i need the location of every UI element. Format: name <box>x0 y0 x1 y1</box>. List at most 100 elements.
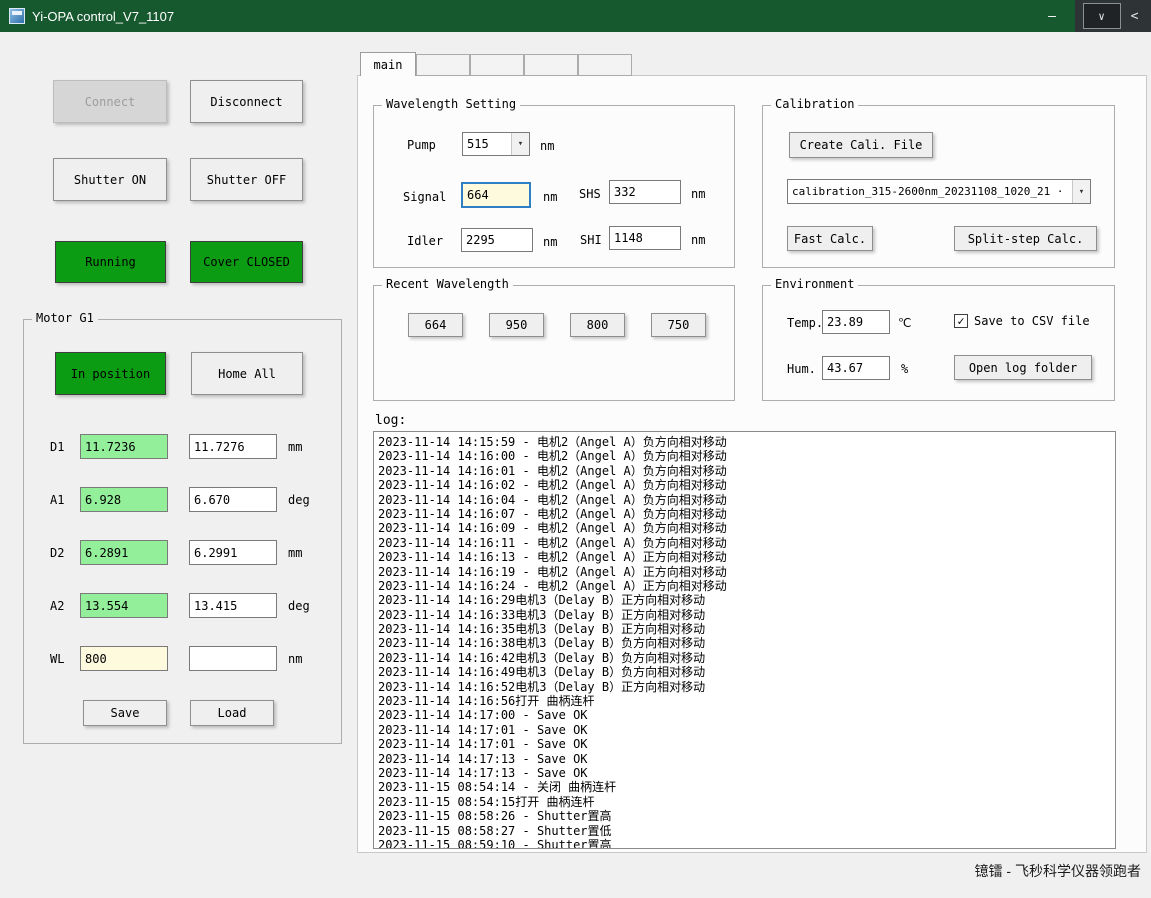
pump-selected-value: 515 <box>463 137 511 151</box>
log-line: 2023-11-14 14:16:29电机3（Delay B）正方向相对移动 <box>378 593 1115 607</box>
chevron-left-icon[interactable]: < <box>1126 9 1144 24</box>
combo-arrow-icon[interactable]: ▾ <box>511 133 529 155</box>
app-icon <box>9 8 25 24</box>
log-line: 2023-11-14 14:16:52电机3（Delay B）正方向相对移动 <box>378 680 1115 694</box>
signal-input[interactable]: 664 <box>461 182 531 208</box>
log-line: 2023-11-14 14:16:02 - 电机2（Angel A）负方向相对移… <box>378 478 1115 492</box>
app-window: Yi-OPA control_V7_1107 — ∨ < Connect Dis… <box>0 0 1151 898</box>
log-line: 2023-11-14 14:17:13 - Save OK <box>378 766 1115 780</box>
signal-label: Signal <box>403 190 446 204</box>
motor-unit-label: nm <box>288 652 302 666</box>
running-status-button[interactable]: Running <box>55 241 166 283</box>
motor-axis-label: D2 <box>50 546 80 560</box>
shs-label: SHS <box>579 187 601 201</box>
disconnect-button[interactable]: Disconnect <box>190 80 303 123</box>
motor-target-input[interactable]: 6.2991 <box>189 540 277 565</box>
motor-current-value[interactable]: 6.2891 <box>80 540 168 565</box>
tab-main[interactable]: main <box>360 52 416 76</box>
motor-row: D1 11.7236 11.7276 mm <box>50 434 335 459</box>
home-all-button[interactable]: Home All <box>191 352 303 395</box>
idler-input[interactable]: 2295 <box>461 228 533 252</box>
chevron-down-icon[interactable]: ∨ <box>1083 3 1121 29</box>
log-line: 2023-11-15 08:54:14 - 关闭 曲柄连杆 <box>378 780 1115 794</box>
shs-input[interactable]: 332 <box>609 180 681 204</box>
save-csv-label: Save to CSV file <box>974 314 1090 328</box>
log-label: log: <box>375 413 406 428</box>
log-line: 2023-11-14 14:16:00 - 电机2（Angel A）负方向相对移… <box>378 449 1115 463</box>
open-log-folder-button[interactable]: Open log folder <box>954 355 1092 380</box>
tab-unnamed-3[interactable] <box>470 54 524 76</box>
shi-unit-label: nm <box>691 233 705 247</box>
log-line: 2023-11-14 14:16:11 - 电机2（Angel A）负方向相对移… <box>378 536 1115 550</box>
pump-select[interactable]: 515 ▾ <box>462 132 530 156</box>
motor-current-value[interactable]: 6.928 <box>80 487 168 512</box>
humidity-value[interactable]: 43.67 <box>822 356 890 380</box>
log-line: 2023-11-14 14:16:56打开 曲柄连杆 <box>378 694 1115 708</box>
checkbox-icon[interactable]: ✓ <box>954 314 968 328</box>
motor-axis-label: WL <box>50 652 80 666</box>
log-textarea[interactable]: 2023-11-14 14:15:59 - 电机2（Angel A）负方向相对移… <box>373 431 1116 849</box>
motor-target-input[interactable]: 11.7276 <box>189 434 277 459</box>
recent-wavelength-group: Recent Wavelength <box>373 285 735 401</box>
cover-closed-status-button[interactable]: Cover CLOSED <box>190 241 303 283</box>
save-csv-checkbox[interactable]: ✓ Save to CSV file <box>954 314 1090 328</box>
tab-unnamed-2[interactable] <box>416 54 470 76</box>
pump-label: Pump <box>407 138 436 152</box>
shi-input[interactable]: 1148 <box>609 226 681 250</box>
recent-wavelength-title: Recent Wavelength <box>382 277 513 291</box>
motor-axis-rows: D1 11.7236 11.7276 mm A1 6.928 6.670 deg… <box>50 434 335 699</box>
window-controls: — ∨ < <box>1029 0 1151 32</box>
minimize-button[interactable]: — <box>1029 9 1075 24</box>
temp-value[interactable]: 23.89 <box>822 310 890 334</box>
tab-unnamed-4[interactable] <box>524 54 578 76</box>
combo-arrow-icon[interactable]: ▾ <box>1072 180 1090 203</box>
motor-axis-label: A1 <box>50 493 80 507</box>
fast-calc-button[interactable]: Fast Calc. <box>787 226 873 251</box>
temp-label: Temp. <box>787 316 823 330</box>
motor-axis-label: D1 <box>50 440 80 454</box>
recent-wavelength-button[interactable]: 800 <box>570 313 625 337</box>
motor-unit-label: deg <box>288 493 310 507</box>
save-button[interactable]: Save <box>83 700 167 726</box>
motor-target-input[interactable] <box>189 646 277 671</box>
temp-unit-label: ℃ <box>898 316 911 330</box>
title-bar: Yi-OPA control_V7_1107 — ∨ < <box>0 0 1151 32</box>
shutter-on-button[interactable]: Shutter ON <box>53 158 167 201</box>
motor-target-input[interactable]: 13.415 <box>189 593 277 618</box>
tab-unnamed-5[interactable] <box>578 54 632 76</box>
create-cali-file-button[interactable]: Create Cali. File <box>789 132 933 158</box>
in-position-status-button[interactable]: In position <box>55 352 166 395</box>
motor-axis-label: A2 <box>50 599 80 613</box>
log-line: 2023-11-14 14:17:01 - Save OK <box>378 737 1115 751</box>
wavelength-setting-title: Wavelength Setting <box>382 97 520 111</box>
log-line: 2023-11-14 14:16:07 - 电机2（Angel A）负方向相对移… <box>378 507 1115 521</box>
motor-current-value[interactable]: 800 <box>80 646 168 671</box>
motor-target-input[interactable]: 6.670 <box>189 487 277 512</box>
motor-row: A2 13.554 13.415 deg <box>50 593 335 618</box>
recent-wavelength-button[interactable]: 664 <box>408 313 463 337</box>
environment-group: Environment <box>762 285 1115 401</box>
recent-wavelength-button[interactable]: 950 <box>489 313 544 337</box>
brand-slogan: 镱镭 - 飞秒科学仪器领跑者 <box>975 861 1141 881</box>
log-line: 2023-11-14 14:16:35电机3（Delay B）正方向相对移动 <box>378 622 1115 636</box>
recent-wavelength-button[interactable]: 750 <box>651 313 706 337</box>
connect-button[interactable]: Connect <box>53 80 167 123</box>
check-icon: ✓ <box>957 315 964 327</box>
log-line: 2023-11-14 14:16:33电机3（Delay B）正方向相对移动 <box>378 608 1115 622</box>
log-line: 2023-11-14 14:16:01 - 电机2（Angel A）负方向相对移… <box>378 464 1115 478</box>
idler-unit-label: nm <box>543 235 557 249</box>
motor-current-value[interactable]: 13.554 <box>80 593 168 618</box>
log-line: 2023-11-15 08:58:26 - Shutter置高 <box>378 809 1115 823</box>
log-line: 2023-11-14 14:16:38电机3（Delay B）负方向相对移动 <box>378 636 1115 650</box>
load-button[interactable]: Load <box>190 700 274 726</box>
log-line: 2023-11-14 14:16:42电机3（Delay B）负方向相对移动 <box>378 651 1115 665</box>
motor-unit-label: mm <box>288 440 302 454</box>
motor-current-value[interactable]: 11.7236 <box>80 434 168 459</box>
shutter-off-button[interactable]: Shutter OFF <box>190 158 303 201</box>
log-line: 2023-11-14 14:16:04 - 电机2（Angel A）负方向相对移… <box>378 493 1115 507</box>
log-line: 2023-11-14 14:16:09 - 电机2（Angel A）负方向相对移… <box>378 521 1115 535</box>
motor-row: WL 800 nm <box>50 646 335 671</box>
calibration-file-select[interactable]: calibration_315-2600nm_20231108_1020_21 … <box>787 179 1091 204</box>
log-line: 2023-11-15 08:58:27 - Shutter置低 <box>378 824 1115 838</box>
split-step-calc-button[interactable]: Split-step Calc. <box>954 226 1097 251</box>
